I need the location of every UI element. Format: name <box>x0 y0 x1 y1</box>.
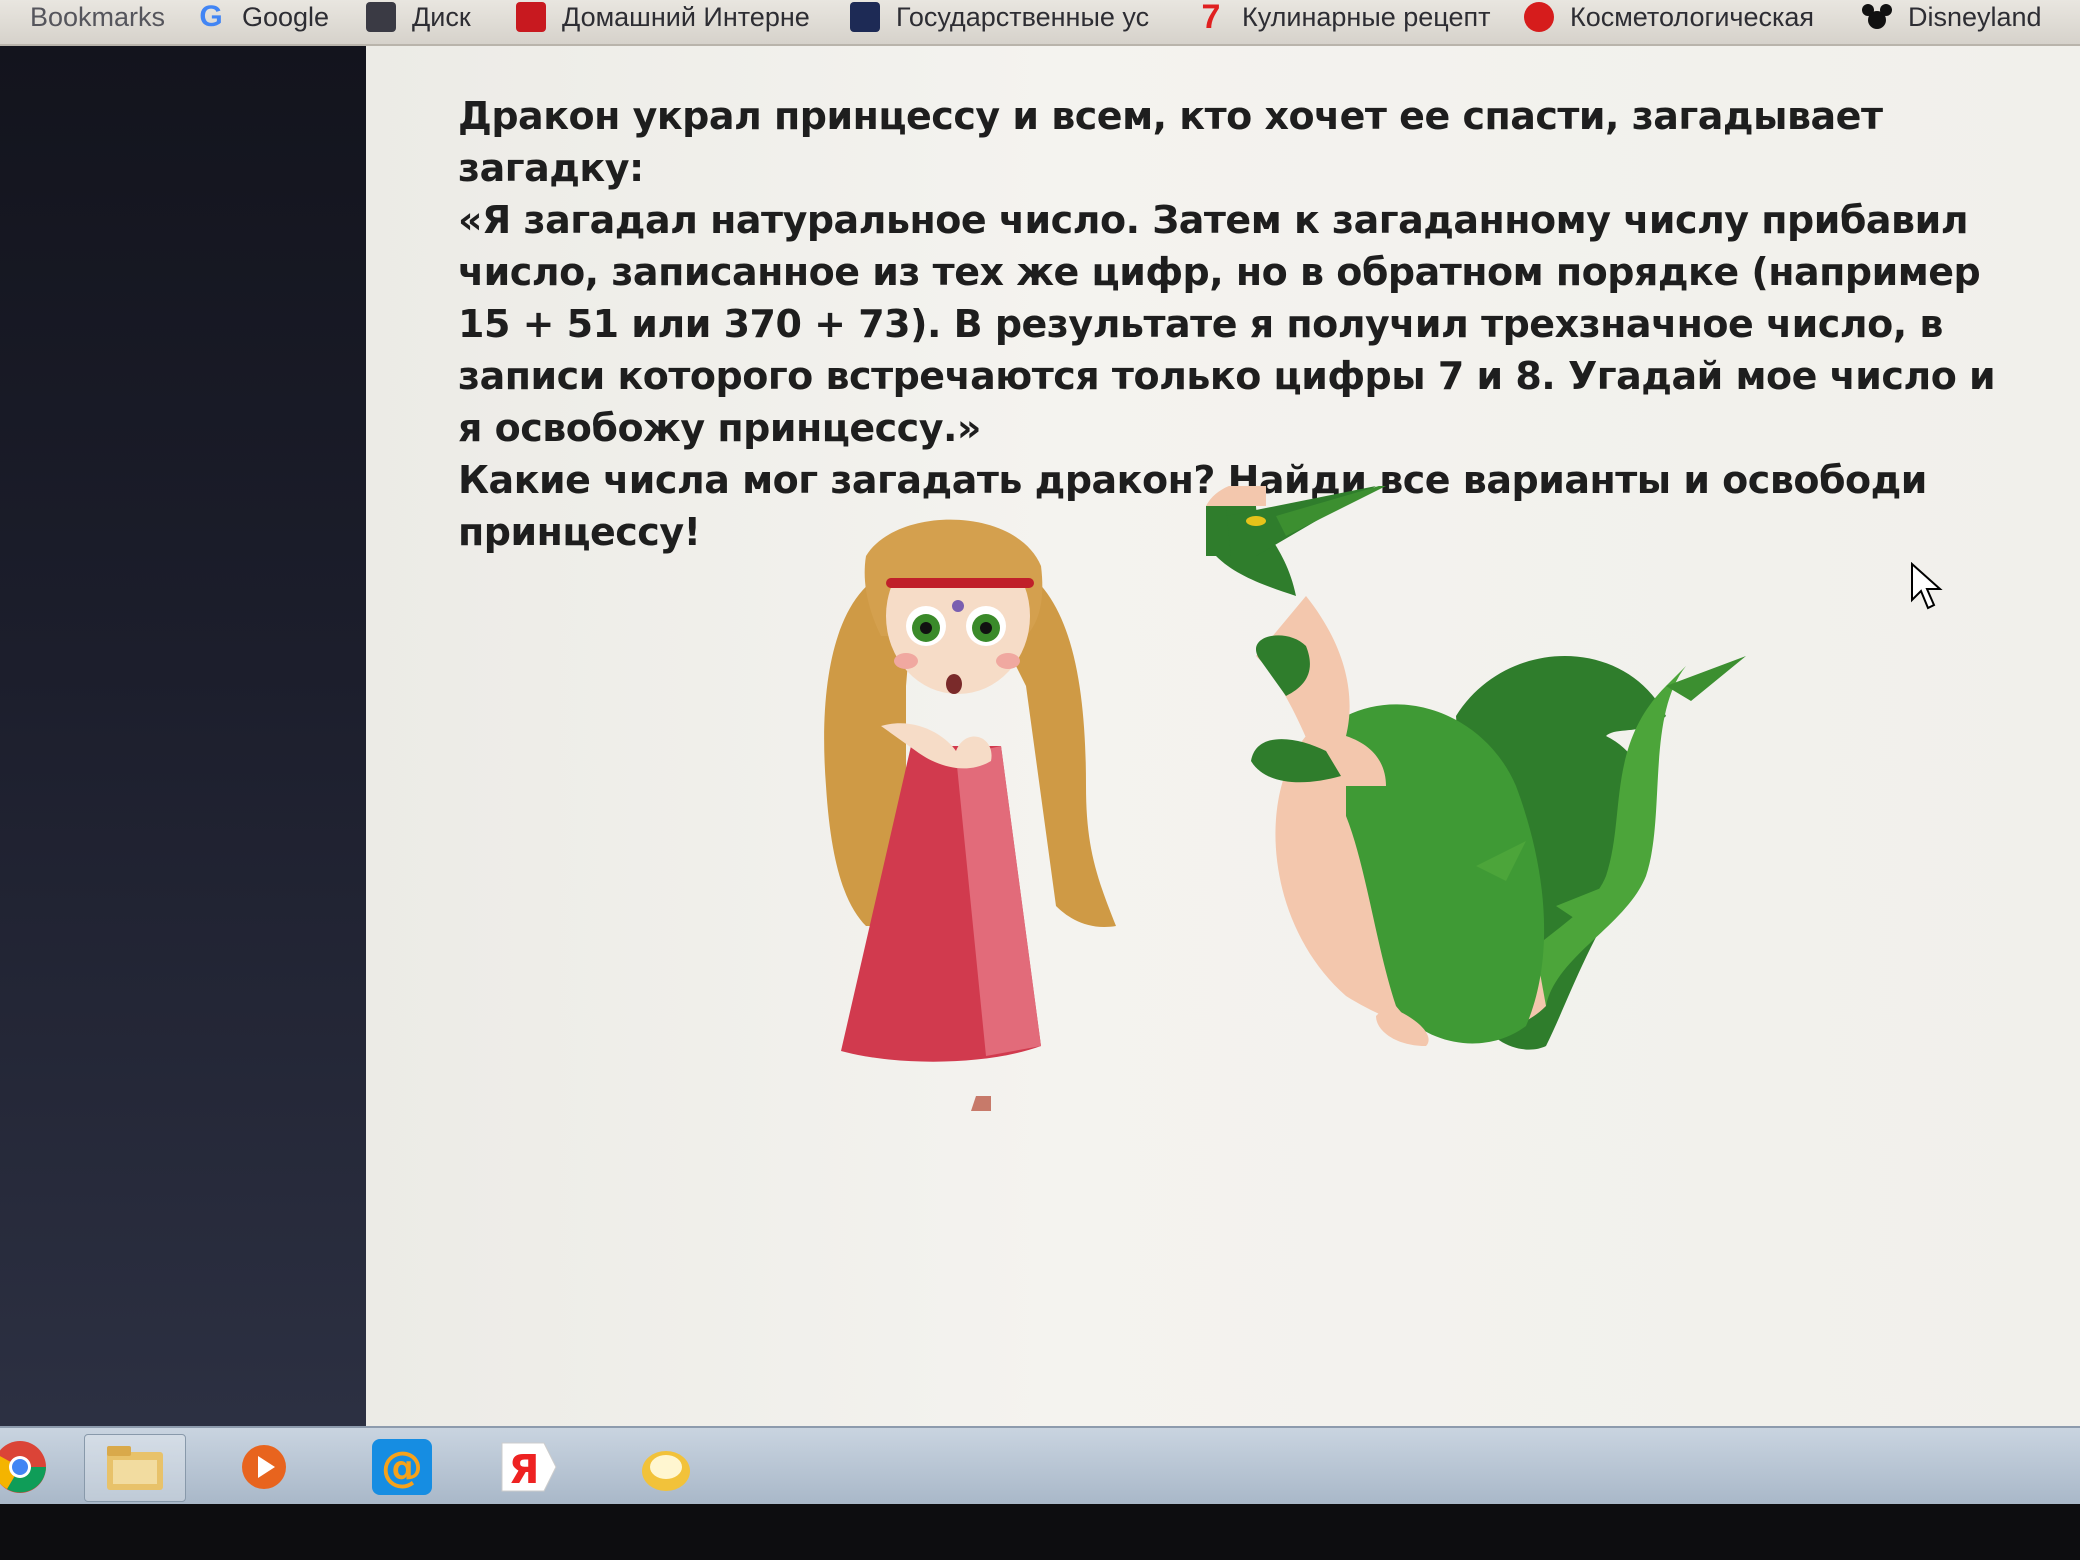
gov-services-icon <box>850 2 880 32</box>
bookmark-item-disneyland[interactable]: Disneyland <box>1862 0 2042 34</box>
taskbar-mail[interactable]: @ <box>352 1434 452 1500</box>
mickey-icon <box>1862 2 1892 32</box>
taskbar-chrome[interactable] <box>0 1434 70 1500</box>
left-dark-panel <box>0 46 366 1426</box>
princess-dragon-illustration <box>824 486 1746 1111</box>
bookmark-item-google[interactable]: G Google <box>196 0 329 34</box>
chrome-icon <box>0 1441 46 1493</box>
svg-text:@: @ <box>381 1442 423 1491</box>
bookmark-item-gov-services[interactable]: Государственные ус <box>850 0 1149 34</box>
recipes-icon: 7 <box>1201 0 1221 36</box>
bookmark-item-recipes[interactable]: 7 Кулинарные рецепт <box>1196 0 1491 36</box>
disk-icon <box>366 2 396 32</box>
problem-riddle: «Я загадал натуральное число. Затем к за… <box>458 198 1996 450</box>
file-explorer-icon <box>107 1446 163 1490</box>
taskbar-media-player[interactable] <box>214 1434 314 1500</box>
mouse-cursor-icon <box>1911 562 1943 610</box>
taskbar-yandex[interactable]: Я <box>478 1434 578 1500</box>
home-internet-icon <box>516 2 546 32</box>
cosmetology-icon <box>1524 2 1554 32</box>
misc-app-icon <box>642 1451 690 1491</box>
problem-intro: Дракон украл принцессу и всем, кто хочет… <box>458 94 1883 190</box>
svg-text:Я: Я <box>509 1447 540 1493</box>
screen-bezel <box>0 1504 2080 1560</box>
google-icon: G <box>199 0 223 33</box>
bookmark-item-disk[interactable]: Диск <box>366 0 471 34</box>
media-player-icon <box>242 1445 286 1489</box>
taskbar-misc-app[interactable] <box>616 1434 716 1500</box>
content-page: Дракон украл принцессу и всем, кто хочет… <box>366 46 2080 1438</box>
bookmark-item-cosmetology[interactable]: Косметологическая <box>1524 0 1814 34</box>
bookmark-item-home-internet[interactable]: Домашний Интерне <box>516 0 810 34</box>
bookmark-item-bookmarks[interactable]: Bookmarks <box>30 0 165 34</box>
princess-illustration <box>824 519 1116 1111</box>
bookmarks-bar: Bookmarks G Google Диск Домашний Интерне… <box>0 0 2080 46</box>
taskbar-file-explorer[interactable] <box>84 1434 186 1502</box>
dragon-illustration <box>1206 486 1746 1050</box>
mail-at-icon: @ <box>372 1439 432 1495</box>
yandex-icon: Я <box>501 1442 557 1493</box>
taskbar: @ Я <box>0 1426 2080 1506</box>
